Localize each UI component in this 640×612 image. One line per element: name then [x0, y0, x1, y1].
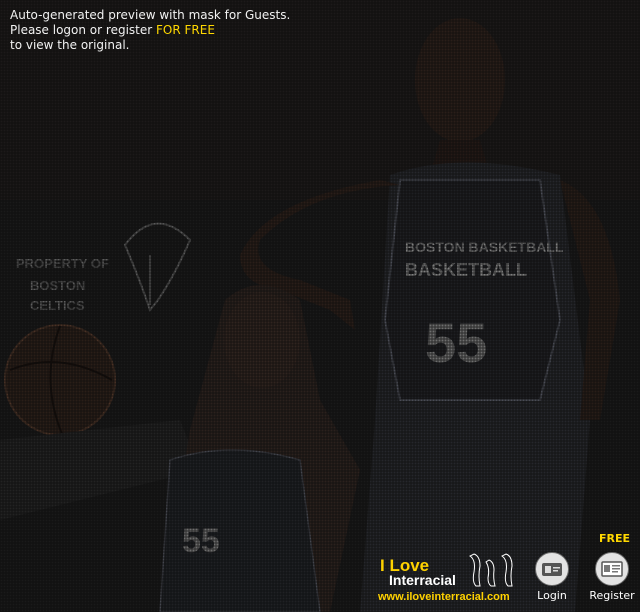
login-card-icon	[542, 563, 562, 576]
register-button[interactable]: Register	[588, 552, 636, 602]
login-label: Login	[537, 589, 567, 602]
brand-logo[interactable]: I Love Interracial www.iloveinterracial.…	[376, 552, 526, 608]
poster-line-3: CELTICS	[30, 298, 85, 313]
woman-jersey-number: 55	[182, 522, 220, 560]
free-highlight: FOR FREE	[156, 23, 215, 37]
register-disc	[595, 552, 629, 586]
login-button[interactable]: Login	[528, 552, 576, 602]
notice-line-2: Please logon or register FOR FREE	[10, 23, 290, 38]
brand-line-2: Interracial	[389, 572, 456, 588]
preview-stage: PROPERTY OF BOSTON CELTICS BOSTON BASKET…	[0, 0, 640, 612]
register-label: Register	[589, 589, 635, 602]
notice-line-2-text: Please logon or register	[10, 23, 156, 37]
poster-line-1: PROPERTY OF	[16, 256, 109, 271]
basketball	[4, 324, 116, 436]
jersey-line-2: BASKETBALL	[405, 260, 527, 280]
guest-notice: Auto-generated preview with mask for Gue…	[10, 8, 290, 53]
poster-line-2: BOSTON	[30, 278, 85, 293]
free-label: FREE	[599, 532, 631, 545]
brand-url: www.iloveinterracial.com	[378, 591, 510, 603]
footprints-icon	[469, 553, 513, 587]
notice-line-1: Auto-generated preview with mask for Gue…	[10, 8, 291, 22]
login-disc	[535, 552, 569, 586]
notice-line-3: to view the original.	[10, 38, 130, 52]
jersey-line-1: BOSTON BASKETBALL	[405, 239, 564, 255]
jersey-number: 55	[425, 311, 487, 374]
masked-photo: PROPERTY OF BOSTON CELTICS BOSTON BASKET…	[0, 0, 640, 612]
register-card-icon	[601, 561, 623, 577]
